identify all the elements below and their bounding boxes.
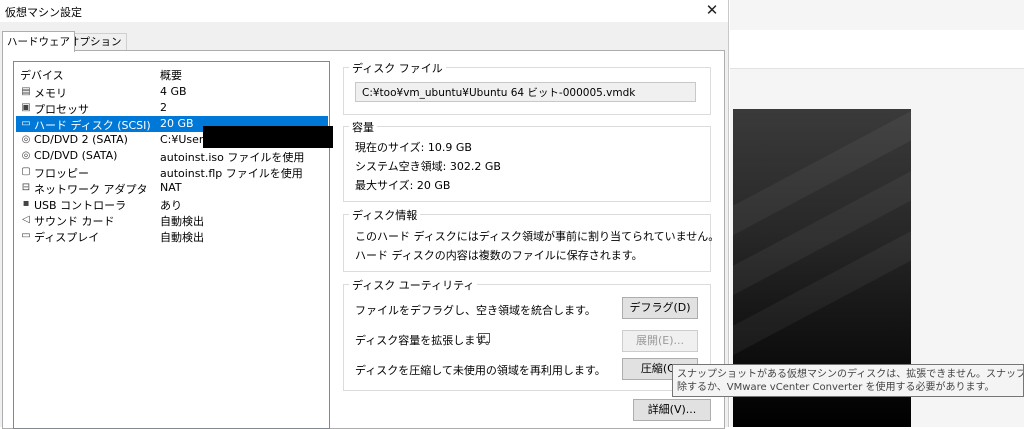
usb-icon: ▪ xyxy=(22,198,30,209)
background-toolbar xyxy=(730,30,1024,69)
memory-icon: ▤ xyxy=(21,86,31,97)
disk-utility-title: ディスク ユーティリティ xyxy=(349,277,478,293)
device-name: CD/DVD (SATA) xyxy=(34,149,118,162)
tooltip-line-2: 除するか、VMware vCenter Converter を使用する必要があり… xyxy=(677,382,995,393)
redaction-box xyxy=(203,126,333,148)
disk-info-group: ディスク情報 このハード ディスクにはディスク領域が事前に割り当てられていません… xyxy=(343,207,719,272)
title-bar: 仮想マシン設定 ✕ xyxy=(0,0,728,22)
disk-file-path: C:¥too¥vm_ubuntu¥Ubuntu 64 ビット-000005.vm… xyxy=(355,82,696,102)
device-summary: 自動検出 xyxy=(160,231,204,244)
window-title: 仮想マシン設定 xyxy=(5,6,82,19)
defrag-button[interactable]: デフラグ(D) xyxy=(622,297,698,319)
device-row-processor[interactable]: ▣ プロセッサ 2 xyxy=(16,100,328,116)
cd-dvd-icon: ◎ xyxy=(21,150,31,161)
device-name: プロセッサ xyxy=(34,103,89,116)
summary-column-header: 概要 xyxy=(160,69,182,82)
disk-file-group: ディスク ファイル C:¥too¥vm_ubuntu¥Ubuntu 64 ビット… xyxy=(343,60,711,115)
device-name: フロッピー xyxy=(34,167,89,180)
device-summary: あり xyxy=(160,199,182,212)
device-name: ディスプレイ xyxy=(34,231,100,244)
system-free-space: システム空き領域: 302.2 GB xyxy=(355,160,501,173)
device-row-memory[interactable]: ▤ メモリ 4 GB xyxy=(16,84,328,100)
compact-description: ディスクを圧縮して未使用の領域を再利用します。 xyxy=(355,364,606,377)
defrag-description: ファイルをデフラグし、空き領域を統合します。 xyxy=(355,304,596,317)
info-icon[interactable]: ! xyxy=(478,333,490,343)
device-summary: autoinst.flp ファイルを使用 xyxy=(160,167,303,180)
network-adapter-icon: ⊟ xyxy=(21,182,31,193)
disk-info-line-1: このハード ディスクにはディスク領域が事前に割り当てられていません。 xyxy=(355,230,720,243)
vm-settings-dialog: 仮想マシン設定 ✕ ハードウェア オプション デバイス 概要 ▤ メモリ 4 G… xyxy=(0,0,729,429)
expand-disabled-tooltip: スナップショットがある仮想マシンのディスクは、拡張できません。スナップショットを… xyxy=(672,364,1024,397)
capacity-title: 容量 xyxy=(349,119,377,135)
expand-button[interactable]: 展開(E)... xyxy=(622,330,698,352)
device-name: ネットワーク アダプタ xyxy=(34,183,148,196)
floppy-icon: ▢ xyxy=(21,166,31,177)
device-name: サウンド カード xyxy=(34,215,115,228)
device-row-sound-card[interactable]: ◁ サウンド カード 自動検出 xyxy=(16,212,328,228)
tooltip-line-1: スナップショットがある仮想マシンのディスクは、拡張できません。スナップショットを… xyxy=(677,369,1024,380)
device-name: ハード ディスク (SCSI) xyxy=(34,119,151,132)
device-summary: 4 GB xyxy=(160,85,187,98)
disk-info-line-2: ハード ディスクの内容は複数のファイルに保存されます。 xyxy=(355,249,643,262)
device-summary: 自動検出 xyxy=(160,215,204,228)
processor-icon: ▣ xyxy=(21,102,31,113)
device-summary: 20 GB xyxy=(160,117,194,130)
cd-dvd-icon: ◎ xyxy=(21,134,31,145)
close-icon[interactable]: ✕ xyxy=(704,2,720,18)
capacity-group: 容量 現在のサイズ: 10.9 GB システム空き領域: 302.2 GB 最大… xyxy=(343,119,711,202)
disk-info-title: ディスク情報 xyxy=(349,207,421,223)
current-size: 現在のサイズ: 10.9 GB xyxy=(355,141,472,154)
sound-card-icon: ◁ xyxy=(22,214,30,225)
tab-hardware[interactable]: ハードウェア xyxy=(2,31,75,52)
disk-file-title: ディスク ファイル xyxy=(349,60,446,76)
device-row-network-adapter[interactable]: ⊟ ネットワーク アダプタ NAT xyxy=(16,180,328,196)
device-summary: NAT xyxy=(160,181,182,194)
device-name: USB コントローラ xyxy=(34,199,127,212)
details-button[interactable]: 詳細(V)... xyxy=(633,399,711,421)
expand-description: ディスク容量を拡張します。 xyxy=(355,334,497,347)
device-row-cd-dvd[interactable]: ◎ CD/DVD (SATA) autoinst.iso ファイルを使用 xyxy=(16,148,328,164)
device-name: メモリ xyxy=(34,87,67,100)
hard-disk-icon: ▭ xyxy=(21,118,31,129)
display-icon: ▭ xyxy=(21,230,31,241)
max-size: 最大サイズ: 20 GB xyxy=(355,179,451,192)
device-summary: autoinst.iso ファイルを使用 xyxy=(160,151,305,164)
device-list[interactable]: デバイス 概要 ▤ メモリ 4 GB ▣ プロセッサ 2 ▭ ハード ディスク … xyxy=(13,61,330,429)
device-name: CD/DVD 2 (SATA) xyxy=(34,133,128,146)
device-column-header: デバイス xyxy=(20,69,64,82)
device-summary: 2 xyxy=(160,101,167,114)
device-row-floppy[interactable]: ▢ フロッピー autoinst.flp ファイルを使用 xyxy=(16,164,328,180)
device-row-usb[interactable]: ▪ USB コントローラ あり xyxy=(16,196,328,212)
device-row-display[interactable]: ▭ ディスプレイ 自動検出 xyxy=(16,228,328,244)
